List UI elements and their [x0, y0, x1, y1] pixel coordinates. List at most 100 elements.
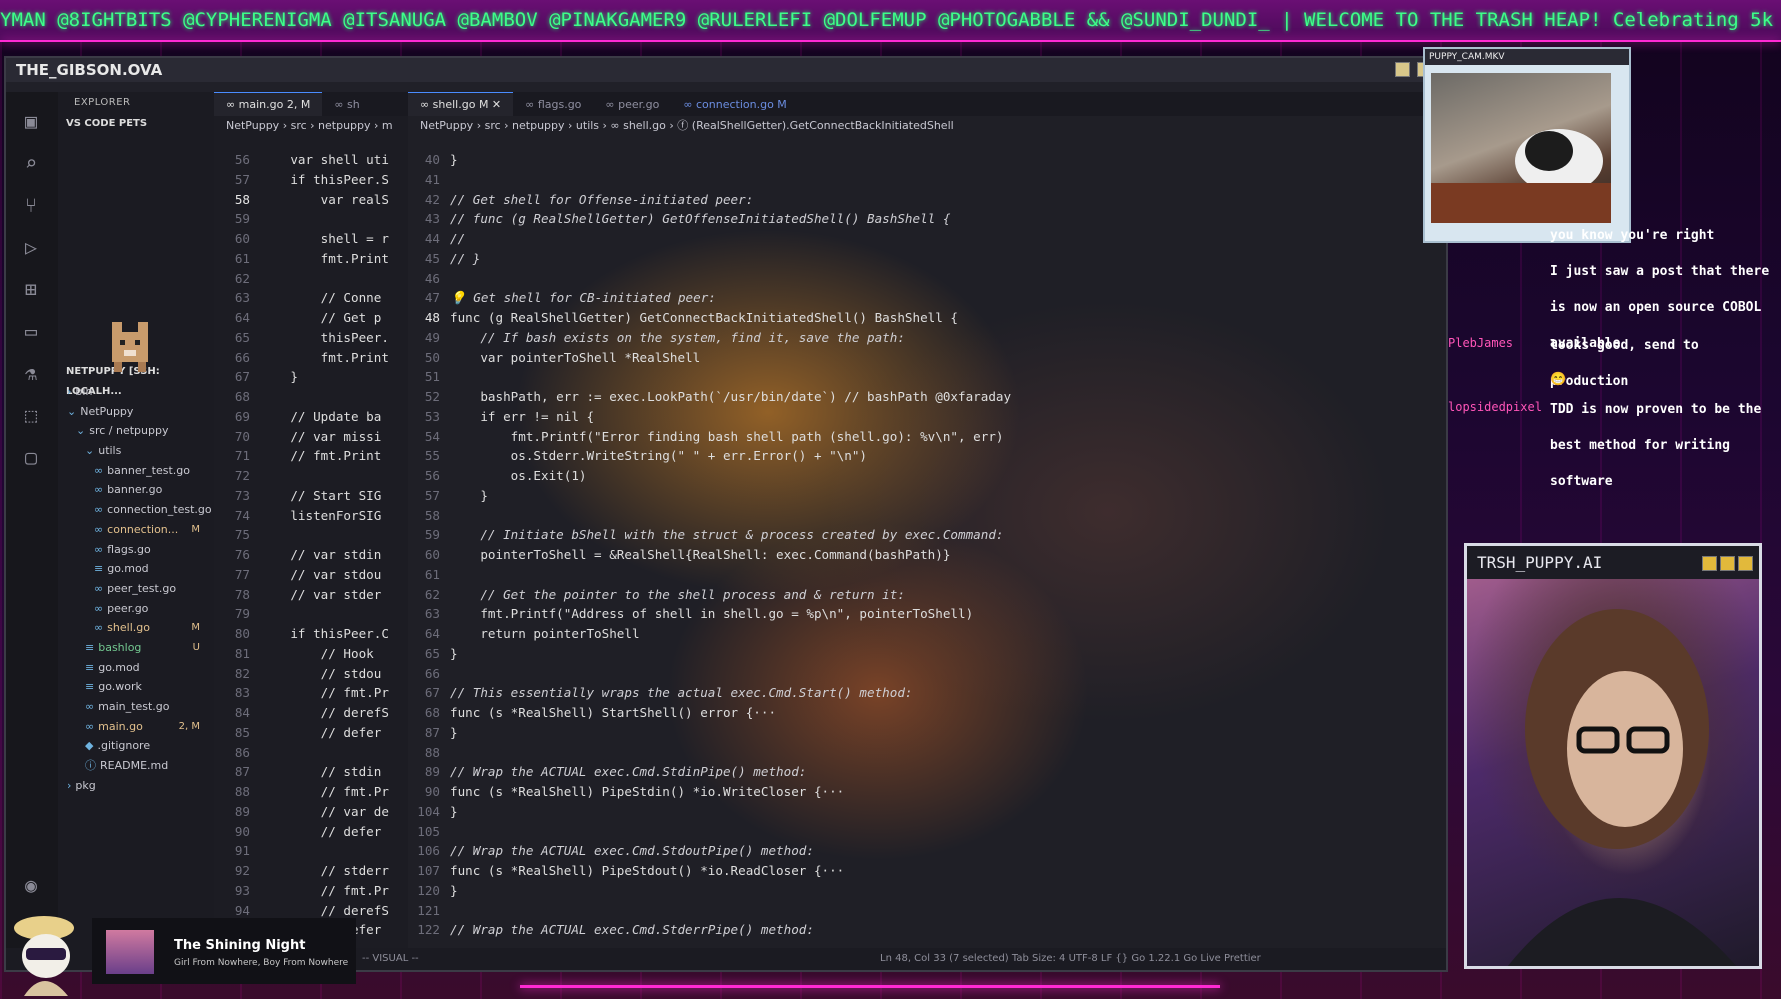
chat-username[interactable]: PlebJames: [1448, 336, 1513, 350]
code-line[interactable]: 60 pointerToShell = &RealShell{RealShell…: [408, 545, 1446, 565]
code-line[interactable]: 41: [408, 170, 1446, 190]
code-line[interactable]: 82 // stdou: [214, 664, 408, 684]
code-line[interactable]: 90 func (s *RealShell) PipeStdin() *io.Wr…: [408, 782, 1446, 802]
code-line[interactable]: 69 // Update ba: [214, 407, 408, 427]
code-line[interactable]: 43 // func (g RealShellGetter) GetOffense…: [408, 209, 1446, 229]
code-line[interactable]: 104}: [408, 802, 1446, 822]
file-tree-item[interactable]: ≡ go.mod: [58, 658, 214, 678]
code-line[interactable]: 73 // Start SIG: [214, 486, 408, 506]
code-line[interactable]: 74 listenForSIG: [214, 506, 408, 526]
run-debug-icon[interactable]: ▷: [18, 234, 44, 260]
code-line[interactable]: 93 // fmt.Pr: [214, 881, 408, 901]
code-line[interactable]: 63 fmt.Printf("Address of shell in shell…: [408, 604, 1446, 624]
code-line[interactable]: 56 os.Exit(1): [408, 466, 1446, 486]
code-line[interactable]: 121: [408, 901, 1446, 921]
source-control-icon[interactable]: ⑂: [18, 192, 44, 218]
code-line[interactable]: 62: [214, 269, 408, 289]
code-line[interactable]: 52 bashPath, err := exec.LookPath(`/usr/…: [408, 387, 1446, 407]
code-line[interactable]: 48 func (g RealShellGetter) GetConnectBac…: [408, 308, 1446, 328]
code-line[interactable]: 65}: [408, 644, 1446, 664]
code-line[interactable]: 59 // Initiate bShell with the struct & …: [408, 525, 1446, 545]
code-line[interactable]: 76 // var stdin: [214, 545, 408, 565]
ai-close-button[interactable]: [1738, 556, 1753, 571]
file-tree-item[interactable]: ∞ banner.go: [58, 480, 214, 500]
search-icon[interactable]: ⌕: [18, 150, 44, 176]
file-tree-item[interactable]: ⌄ NetPuppy: [58, 402, 214, 422]
editor-tab[interactable]: ∞ peer.go: [593, 93, 671, 116]
code-line[interactable]: 105: [408, 822, 1446, 842]
file-tree-item[interactable]: ∞ banner_test.go: [58, 461, 214, 481]
code-line[interactable]: 50 var pointerToShell *RealShell: [408, 348, 1446, 368]
file-tree-item[interactable]: ∞ connection_test.go: [58, 500, 214, 520]
code-line[interactable]: 63 // Conne: [214, 288, 408, 308]
left-editor-pane[interactable]: ∞ main.go 2, M ∞ sh NetPuppy › src › netp…: [214, 92, 408, 948]
code-line[interactable]: 83 // fmt.Pr: [214, 683, 408, 703]
editor-tab[interactable]: ∞ sh: [322, 93, 371, 116]
file-tree-item[interactable]: ∞ shell.go M: [58, 618, 214, 638]
code-line[interactable]: 61 fmt.Print: [214, 249, 408, 269]
code-line[interactable]: 87}: [408, 723, 1446, 743]
pixel-cat-pet[interactable]: [104, 314, 156, 374]
right-editor-pane[interactable]: ∞ shell.go M ✕ ∞ flags.go ∞ peer.go ∞ conne…: [408, 92, 1446, 948]
code-line[interactable]: 67 }: [214, 367, 408, 387]
code-line[interactable]: 64 return pointerToShell: [408, 624, 1446, 644]
code-line[interactable]: 122 // Wrap the ACTUAL exec.Cmd.StderrPip…: [408, 920, 1446, 940]
code-line[interactable]: 72: [214, 466, 408, 486]
chat-icon[interactable]: ▢: [18, 444, 44, 470]
code-line[interactable]: 77 // var stdou: [214, 565, 408, 585]
code-line[interactable]: 67 // This essentially wraps the actual e…: [408, 683, 1446, 703]
code-line[interactable]: 84 // derefS: [214, 703, 408, 723]
code-line[interactable]: 89 // var de: [214, 802, 408, 822]
file-tree-item[interactable]: › bin: [58, 382, 214, 402]
remote-explorer-icon[interactable]: ▭: [18, 318, 44, 344]
file-tree-item[interactable]: ⌄ utils: [58, 441, 214, 461]
code-line[interactable]: 107 func (s *RealShell) PipeStdout() *io.…: [408, 861, 1446, 881]
code-line[interactable]: 79: [214, 604, 408, 624]
code-line[interactable]: 78 // var stder: [214, 585, 408, 605]
minimize-button[interactable]: [1395, 62, 1410, 77]
code-line[interactable]: 71 // fmt.Print: [214, 446, 408, 466]
code-line[interactable]: 56 var shell uti: [214, 150, 408, 170]
editor-tab[interactable]: ∞ main.go 2, M: [214, 92, 323, 116]
editor-tab[interactable]: ∞ flags.go: [513, 93, 593, 116]
editor-tab[interactable]: ∞ shell.go M ✕: [408, 92, 514, 116]
code-line[interactable]: 70 // var missi: [214, 427, 408, 447]
code-line[interactable]: 61: [408, 565, 1446, 585]
code-line[interactable]: 58 var realS: [214, 190, 408, 210]
code-line[interactable]: 106 // Wrap the ACTUAL exec.Cmd.StdoutPip…: [408, 841, 1446, 861]
file-tree-item[interactable]: ◆ .gitignore: [58, 736, 214, 756]
testing-icon[interactable]: ⚗: [18, 360, 44, 386]
code-line[interactable]: 59: [214, 209, 408, 229]
code-line[interactable]: 68 func (s *RealShell) StartShell() error…: [408, 703, 1446, 723]
code-line[interactable]: 49 // If bash exists on the system, find…: [408, 328, 1446, 348]
file-tree-item[interactable]: ∞ flags.go: [58, 540, 214, 560]
code-line[interactable]: 89 // Wrap the ACTUAL exec.Cmd.StdinPipe(…: [408, 762, 1446, 782]
account-icon[interactable]: ◉: [18, 872, 44, 898]
code-line[interactable]: 80 if thisPeer.C: [214, 624, 408, 644]
file-tree-item[interactable]: › pkg: [58, 776, 214, 796]
code-line[interactable]: 66 fmt.Print: [214, 348, 408, 368]
code-line[interactable]: 40}: [408, 150, 1446, 170]
editor-tab[interactable]: ∞ connection.go M: [671, 93, 798, 116]
code-line[interactable]: 57 }: [408, 486, 1446, 506]
code-line[interactable]: 88: [408, 743, 1446, 763]
status-items[interactable]: Ln 48, Col 33 (7 selected) Tab Size: 4 U…: [880, 948, 1261, 970]
code-line[interactable]: 90 // defer: [214, 822, 408, 842]
file-tree-item[interactable]: ⓘ README.md: [58, 756, 214, 776]
ai-maximize-button[interactable]: [1720, 556, 1735, 571]
docker-icon[interactable]: ⬚: [18, 402, 44, 428]
code-line[interactable]: 65 thisPeer.: [214, 328, 408, 348]
file-tree-item[interactable]: ∞ main.go 2, M: [58, 717, 214, 737]
code-line[interactable]: 62 // Get the pointer to the shell proce…: [408, 585, 1446, 605]
right-breadcrumb[interactable]: NetPuppy › src › netpuppy › utils › ∞ sh…: [408, 116, 1446, 136]
chat-username[interactable]: lopsidedpixel: [1448, 400, 1542, 414]
code-line[interactable]: 58: [408, 506, 1446, 526]
code-line[interactable]: 85 // defer: [214, 723, 408, 743]
code-line[interactable]: 86: [214, 743, 408, 763]
code-line[interactable]: 42 // Get shell for Offense-initiated pee…: [408, 190, 1446, 210]
file-tree-item[interactable]: ≡ bashlog U: [58, 638, 214, 658]
pets-section-header[interactable]: VS CODE PETS: [58, 114, 214, 134]
code-line[interactable]: 64 // Get p: [214, 308, 408, 328]
code-line[interactable]: 57 if thisPeer.S: [214, 170, 408, 190]
code-line[interactable]: 47 💡 Get shell for CB-initiated peer:: [408, 288, 1446, 308]
